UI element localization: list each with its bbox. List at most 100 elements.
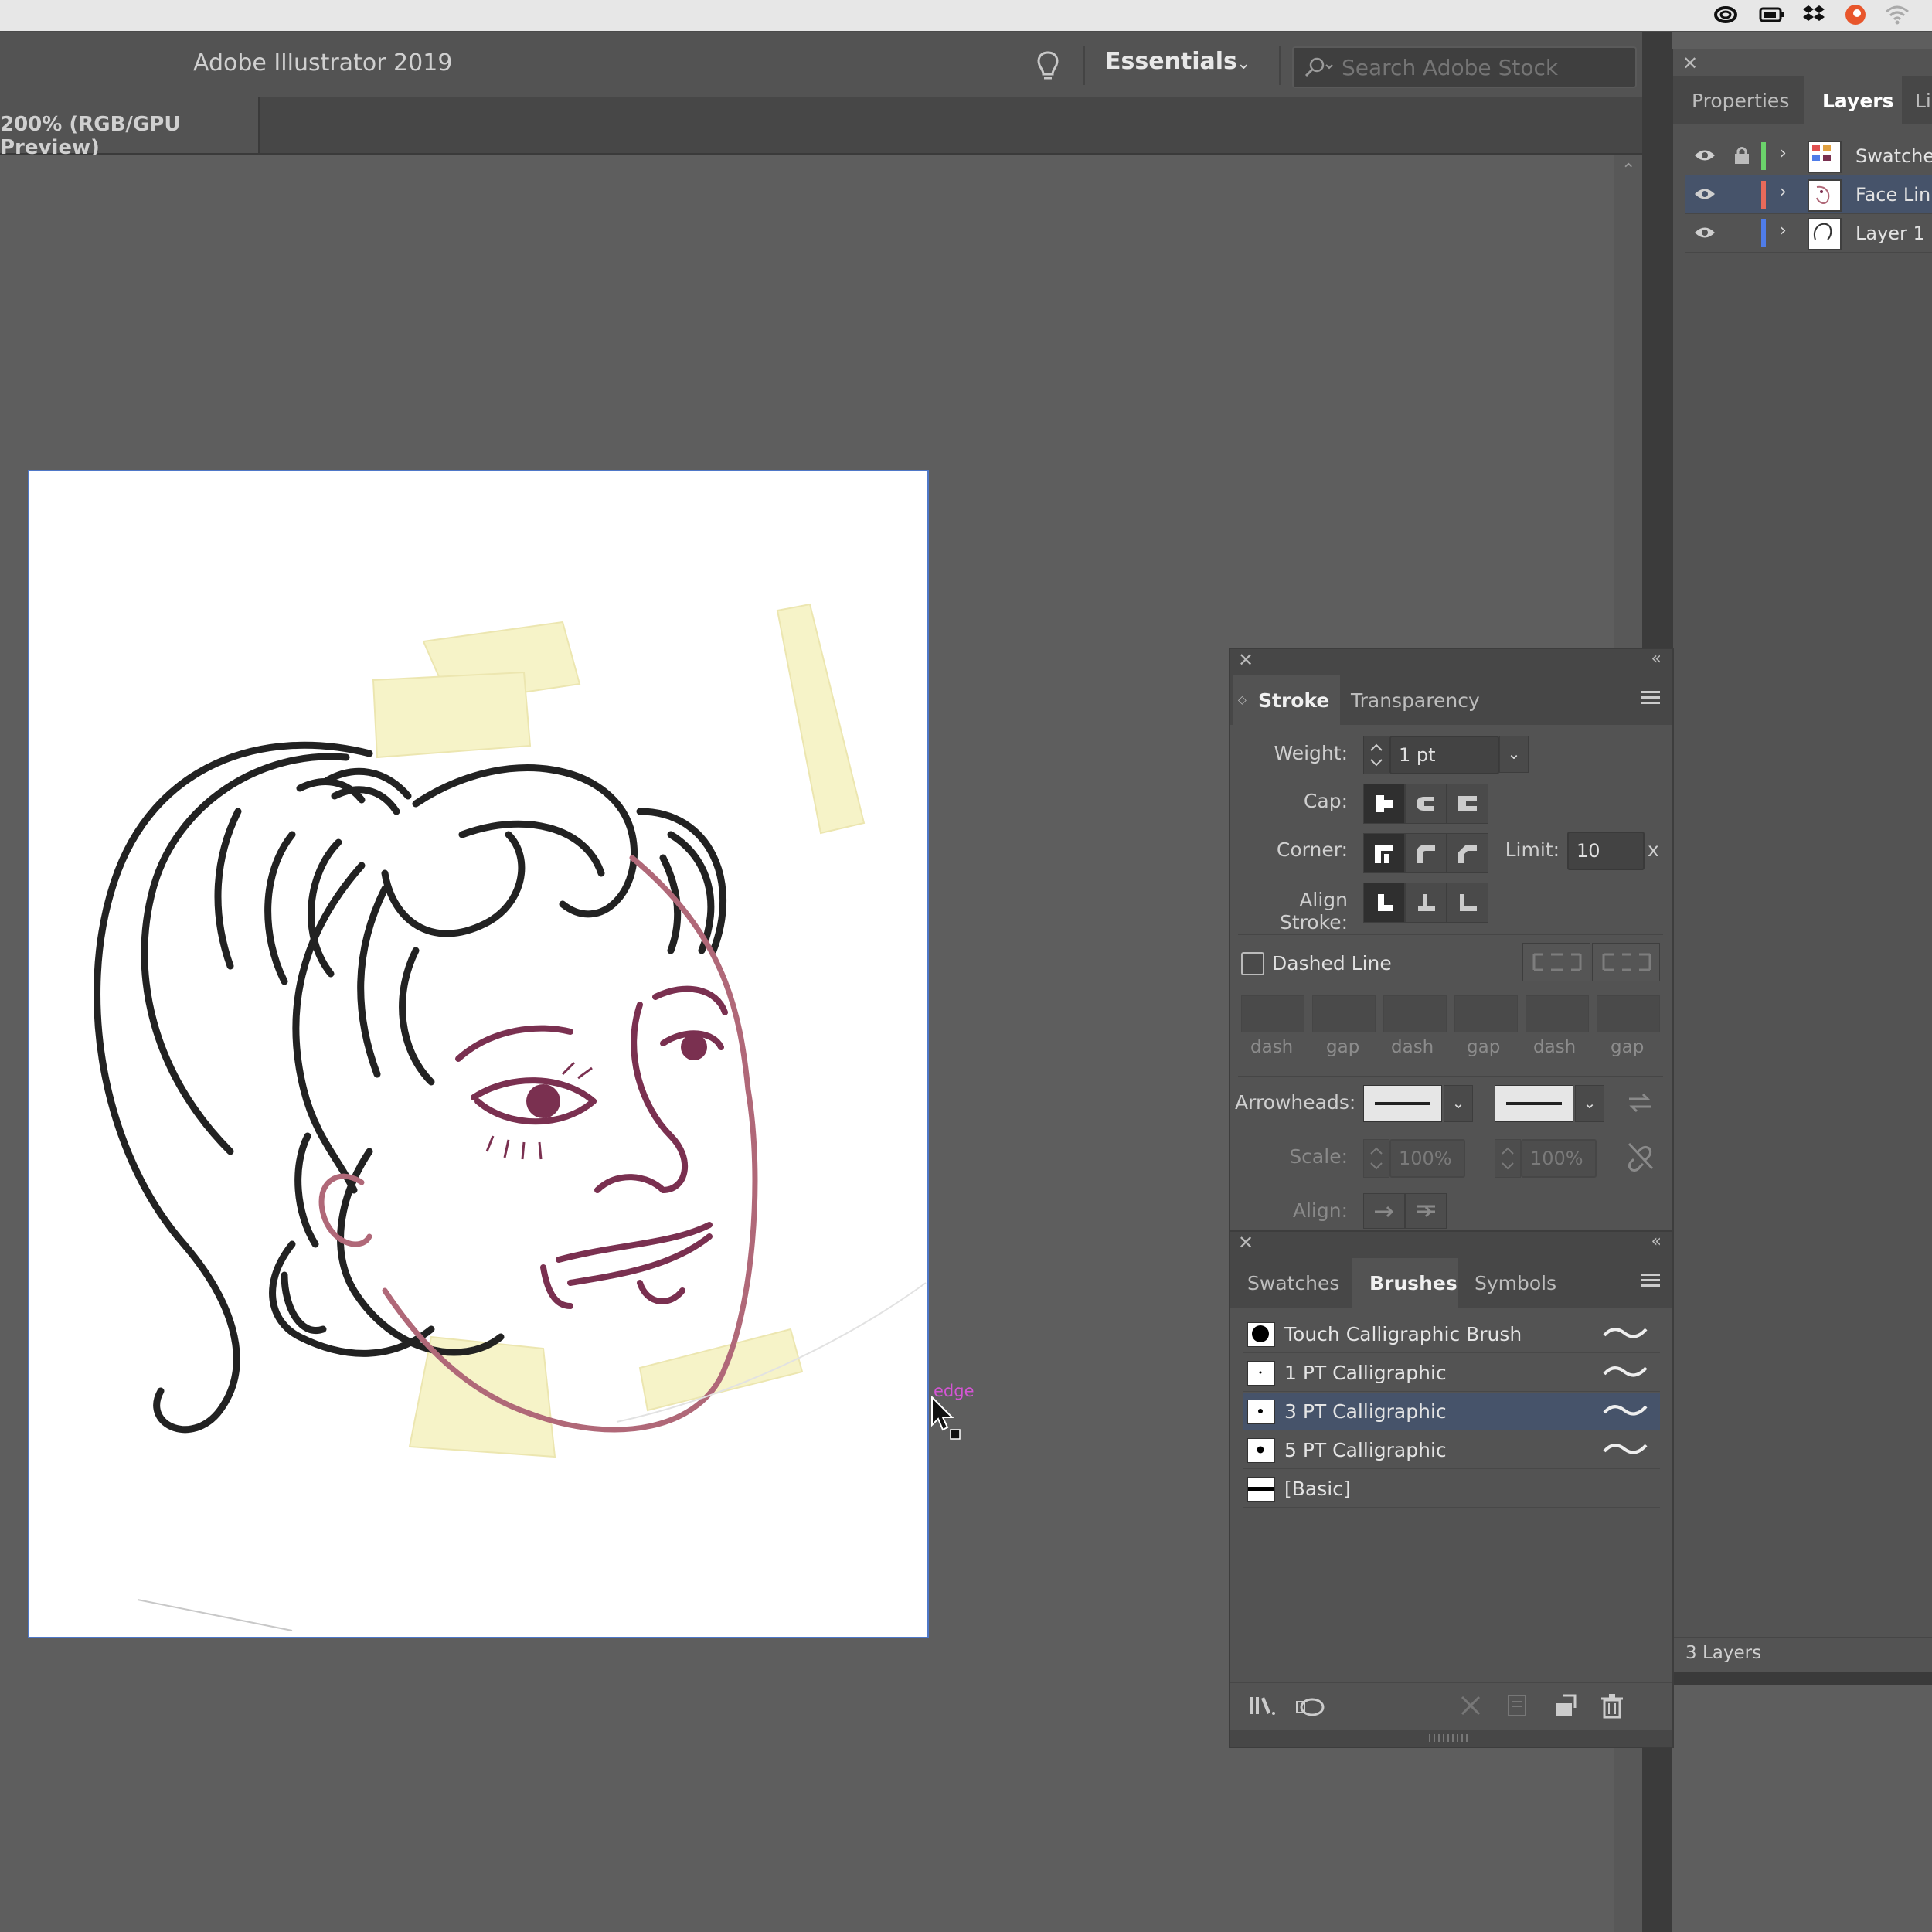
tab-transparency[interactable]: Transparency [1351,689,1480,712]
brush-item-touch-calligraphic[interactable]: Touch Calligraphic Brush [1243,1315,1660,1353]
panel-menu-icon[interactable] [1641,1272,1662,1289]
swap-arrowheads-icon[interactable] [1626,1091,1654,1117]
arrow-tip-extend-button[interactable] [1363,1193,1405,1229]
visibility-eye-icon[interactable] [1693,224,1716,241]
lock-icon[interactable] [1733,145,1750,165]
end-arrowhead-select[interactable] [1495,1085,1573,1122]
layer-row-swatches[interactable]: › Swatche [1685,136,1932,175]
layer-thumbnail [1808,179,1842,212]
bevel-join-button[interactable] [1447,833,1488,873]
tab-libraries[interactable]: Li [1915,90,1931,112]
close-icon[interactable]: ✕ [1238,649,1253,671]
gap-2-field[interactable] [1454,995,1518,1032]
notification-app-icon[interactable] [1842,3,1869,26]
layer-name[interactable]: Face Lin [1855,184,1930,206]
tab-symbols[interactable]: Symbols [1475,1272,1556,1294]
cloud-library-icon[interactable] [1295,1692,1325,1719]
search-input[interactable] [1340,53,1629,82]
weight-stepper[interactable] [1363,736,1389,774]
butt-cap-button[interactable] [1363,784,1405,824]
close-icon[interactable]: ✕ [1238,1232,1253,1253]
brush-name: Touch Calligraphic Brush [1284,1323,1522,1345]
visibility-eye-icon[interactable] [1693,147,1716,164]
wifi-icon[interactable] [1884,3,1910,26]
layer-name[interactable]: Layer 1 [1855,223,1925,244]
preserve-dash-button[interactable] [1522,943,1590,981]
dashed-line-checkbox[interactable] [1241,952,1264,975]
trash-icon[interactable] [1598,1692,1626,1719]
chevron-right-icon[interactable]: › [1780,144,1787,163]
weight-label: Weight: [1274,742,1348,764]
workspace-switcher[interactable]: Essentials [1105,48,1237,75]
tab-properties[interactable]: Properties [1692,90,1789,112]
round-cap-button[interactable] [1405,784,1447,824]
close-icon[interactable]: ✕ [1682,53,1698,74]
stock-search-box[interactable] [1292,46,1637,88]
brush-item-3pt-calligraphic[interactable]: 3 PT Calligraphic [1243,1393,1660,1430]
dash-2-field[interactable] [1383,995,1447,1032]
layer-row-layer-1[interactable]: › Layer 1 [1685,213,1932,253]
facial-features [455,985,728,1309]
new-brush-icon[interactable] [1552,1692,1580,1719]
remove-stroke-icon[interactable] [1458,1692,1485,1719]
weight-dropdown-chevron-icon[interactable]: ⌄ [1499,736,1529,773]
dash-label: dash [1533,1037,1577,1057]
layer-name[interactable]: Swatche [1855,145,1932,167]
weight-field[interactable]: 1 pt [1389,736,1499,774]
dropbox-icon[interactable] [1801,3,1827,26]
brush-item-5pt-calligraphic[interactable]: 5 PT Calligraphic [1243,1431,1660,1469]
miter-join-button[interactable] [1363,833,1405,873]
align-center-button[interactable] [1363,883,1405,923]
brush-name: 5 PT Calligraphic [1284,1439,1447,1461]
panel-header[interactable]: ✕ « [1230,649,1672,675]
brush-options-icon[interactable] [1504,1692,1532,1719]
dash-1-field[interactable] [1241,995,1304,1032]
start-scale-field[interactable]: 100% [1389,1139,1465,1178]
layer-row-face-lines[interactable]: › Face Lin [1685,175,1932,214]
creative-cloud-icon[interactable] [1713,3,1739,26]
visibility-eye-icon[interactable] [1693,185,1716,202]
dash-3-field[interactable] [1526,995,1589,1032]
panel-menu-icon[interactable] [1641,689,1662,706]
chevron-down-icon[interactable]: ⌄ [1236,54,1250,73]
end-scale-field[interactable]: 100% [1521,1139,1597,1178]
link-scale-icon[interactable] [1626,1141,1654,1175]
tab-brushes[interactable]: Brushes [1369,1272,1458,1294]
document-tab[interactable]: 200% (RGB/GPU Preview) [0,97,260,159]
tab-stroke[interactable]: Stroke [1258,689,1329,712]
start-arrowhead-chevron-icon[interactable]: ⌄ [1444,1085,1473,1122]
stroke-panel-tabs: ◇ Stroke Transparency [1230,675,1672,725]
brush-item-1pt-calligraphic[interactable]: 1 PT Calligraphic [1243,1354,1660,1392]
tab-layers[interactable]: Layers [1822,90,1894,112]
panel-bottom-edge [1672,1672,1932,1685]
chevron-right-icon[interactable]: › [1780,221,1787,240]
end-scale-stepper[interactable] [1495,1139,1521,1178]
collapse-icon[interactable]: « [1651,1232,1662,1251]
start-arrowhead-select[interactable] [1363,1085,1442,1122]
collapse-icon[interactable]: « [1651,649,1662,668]
lightbulb-icon[interactable] [1034,49,1062,83]
panel-header[interactable]: ✕ « [1230,1232,1672,1258]
align-dash-corners-button[interactable] [1592,943,1660,981]
miter-limit-field[interactable]: 10 [1567,832,1645,870]
align-outside-button[interactable] [1447,883,1488,923]
tab-swatches[interactable]: Swatches [1247,1272,1339,1294]
gap-3-field[interactable] [1597,995,1660,1032]
projecting-cap-button[interactable] [1447,784,1488,824]
layers-panel-footer: 3 Layers [1673,1637,1932,1674]
panel-options-toggle-icon[interactable]: ◇ [1238,694,1247,706]
arrow-tip-place-button[interactable] [1405,1193,1447,1229]
start-scale-stepper[interactable] [1363,1139,1389,1178]
brush-item-basic[interactable]: [Basic] [1243,1470,1660,1508]
panel-resize-grip[interactable] [1230,1730,1672,1747]
end-arrowhead-chevron-icon[interactable]: ⌄ [1575,1085,1604,1122]
gap-label: gap [1467,1037,1501,1057]
brush-libraries-icon[interactable] [1249,1692,1277,1719]
scroll-up-icon[interactable]: ⌃ [1621,161,1635,180]
gap-1-field[interactable] [1312,995,1376,1032]
chevron-right-icon[interactable]: › [1780,182,1787,202]
round-join-button[interactable] [1405,833,1447,873]
battery-icon[interactable] [1759,3,1785,26]
artboard[interactable] [28,470,929,1638]
align-inside-button[interactable] [1405,883,1447,923]
